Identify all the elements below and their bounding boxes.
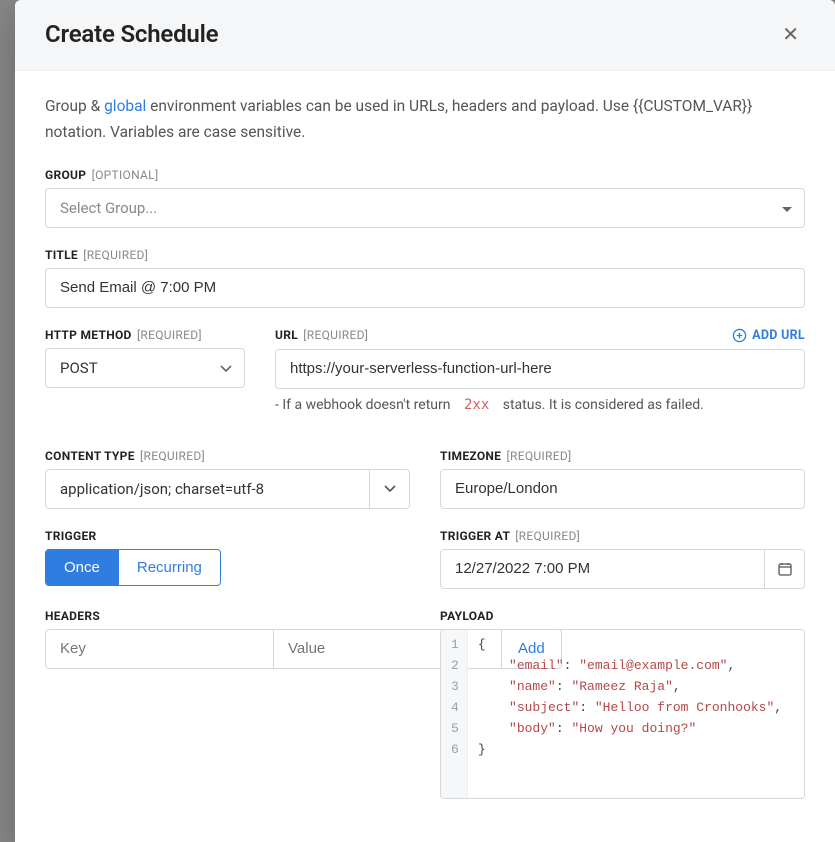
http-method-value: POST <box>60 359 98 377</box>
group-label-text: GROUP <box>45 168 86 182</box>
url-input[interactable] <box>275 349 805 389</box>
add-url-button[interactable]: ADD URL <box>732 328 805 343</box>
timezone-label-text: TIMEZONE <box>440 449 501 463</box>
payload-code[interactable]: { "email": "email@example.com", "name": … <box>468 630 792 798</box>
http-method-field: HTTP METHOD [REQUIRED] POST <box>45 328 245 413</box>
payload-gutter: 123456 <box>441 630 468 798</box>
plus-circle-icon <box>732 328 747 343</box>
add-url-label: ADD URL <box>752 328 805 343</box>
trigger-segmented: Once Recurring <box>45 549 221 586</box>
http-method-label-qual: [REQUIRED] <box>137 328 202 342</box>
chevron-down-icon <box>384 485 396 493</box>
content-type-label: CONTENT TYPE [REQUIRED] <box>45 449 410 463</box>
title-label: TITLE [REQUIRED] <box>45 248 805 262</box>
url-hint-before: - If a webhook doesn't return <box>275 397 454 413</box>
content-type-dropdown-button[interactable] <box>370 469 410 509</box>
headers-field: HEADERS Add <box>45 609 410 799</box>
group-label-qual: [OPTIONAL] <box>92 168 159 182</box>
payload-label: PAYLOAD <box>440 609 805 623</box>
create-schedule-modal: Create Schedule ✕ Group & global environ… <box>15 0 835 842</box>
timezone-label-qual: [REQUIRED] <box>507 449 572 463</box>
content-type-field: CONTENT TYPE [REQUIRED] application/json… <box>45 449 410 509</box>
http-method-label-text: HTTP METHOD <box>45 328 132 342</box>
trigger-once-button[interactable]: Once <box>46 550 118 585</box>
url-label: URL [REQUIRED] <box>275 328 368 342</box>
group-field: GROUP [OPTIONAL] Select Group... <box>45 168 805 228</box>
url-label-qual: [REQUIRED] <box>303 328 368 342</box>
headers-label: HEADERS <box>45 609 410 623</box>
http-method-label: HTTP METHOD [REQUIRED] <box>45 328 245 342</box>
trigger-at-field: TRIGGER AT [REQUIRED] <box>440 529 805 589</box>
url-hint-after: status. It is considered as failed. <box>499 397 704 413</box>
content-type-label-text: CONTENT TYPE <box>45 449 135 463</box>
caret-down-icon <box>782 199 792 217</box>
calendar-icon <box>777 561 793 577</box>
title-input[interactable] <box>45 268 805 308</box>
trigger-at-label-qual: [REQUIRED] <box>515 529 580 543</box>
url-hint-code: 2xx <box>454 393 499 417</box>
title-label-qual: [REQUIRED] <box>83 248 148 262</box>
timezone-input[interactable] <box>440 469 805 509</box>
modal-body: Group & global environment variables can… <box>15 71 835 842</box>
timezone-label: TIMEZONE [REQUIRED] <box>440 449 805 463</box>
url-hint: - If a webhook doesn't return 2xx status… <box>275 397 805 413</box>
trigger-field: TRIGGER Once Recurring <box>45 529 410 589</box>
intro-before: Group & <box>45 97 104 115</box>
title-field: TITLE [REQUIRED] <box>45 248 805 308</box>
http-method-select[interactable]: POST <box>45 348 245 388</box>
global-link[interactable]: global <box>104 97 146 115</box>
payload-editor[interactable]: 123456 { "email": "email@example.com", "… <box>440 629 805 799</box>
trigger-recurring-button[interactable]: Recurring <box>118 550 220 585</box>
timezone-field: TIMEZONE [REQUIRED] <box>440 449 805 509</box>
intro-text: Group & global environment variables can… <box>45 93 805 146</box>
content-type-label-qual: [REQUIRED] <box>140 449 205 463</box>
group-select-placeholder: Select Group... <box>60 199 157 217</box>
intro-after: environment variables can be used in URL… <box>45 97 752 141</box>
payload-field: PAYLOAD 123456 { "email": "email@example… <box>440 609 805 799</box>
modal-header: Create Schedule ✕ <box>15 0 835 71</box>
header-key-input[interactable] <box>45 629 274 669</box>
url-label-text: URL <box>275 328 298 342</box>
content-type-value: application/json; charset=utf-8 <box>60 480 264 498</box>
trigger-label-text: TRIGGER <box>45 529 97 543</box>
headers-label-text: HEADERS <box>45 609 100 623</box>
group-label: GROUP [OPTIONAL] <box>45 168 805 182</box>
title-label-text: TITLE <box>45 248 78 262</box>
trigger-at-label-text: TRIGGER AT <box>440 529 510 543</box>
modal-title: Create Schedule <box>45 20 218 48</box>
trigger-at-input[interactable] <box>440 549 765 589</box>
payload-label-text: PAYLOAD <box>440 609 494 623</box>
group-select[interactable]: Select Group... <box>45 188 805 228</box>
calendar-button[interactable] <box>765 549 805 589</box>
close-icon[interactable]: ✕ <box>776 20 805 48</box>
content-type-input[interactable]: application/json; charset=utf-8 <box>45 469 370 509</box>
trigger-label: TRIGGER <box>45 529 410 543</box>
trigger-at-label: TRIGGER AT [REQUIRED] <box>440 529 805 543</box>
url-field: URL [REQUIRED] ADD URL - If a webhook do… <box>275 328 805 413</box>
chevron-down-icon <box>220 359 232 377</box>
